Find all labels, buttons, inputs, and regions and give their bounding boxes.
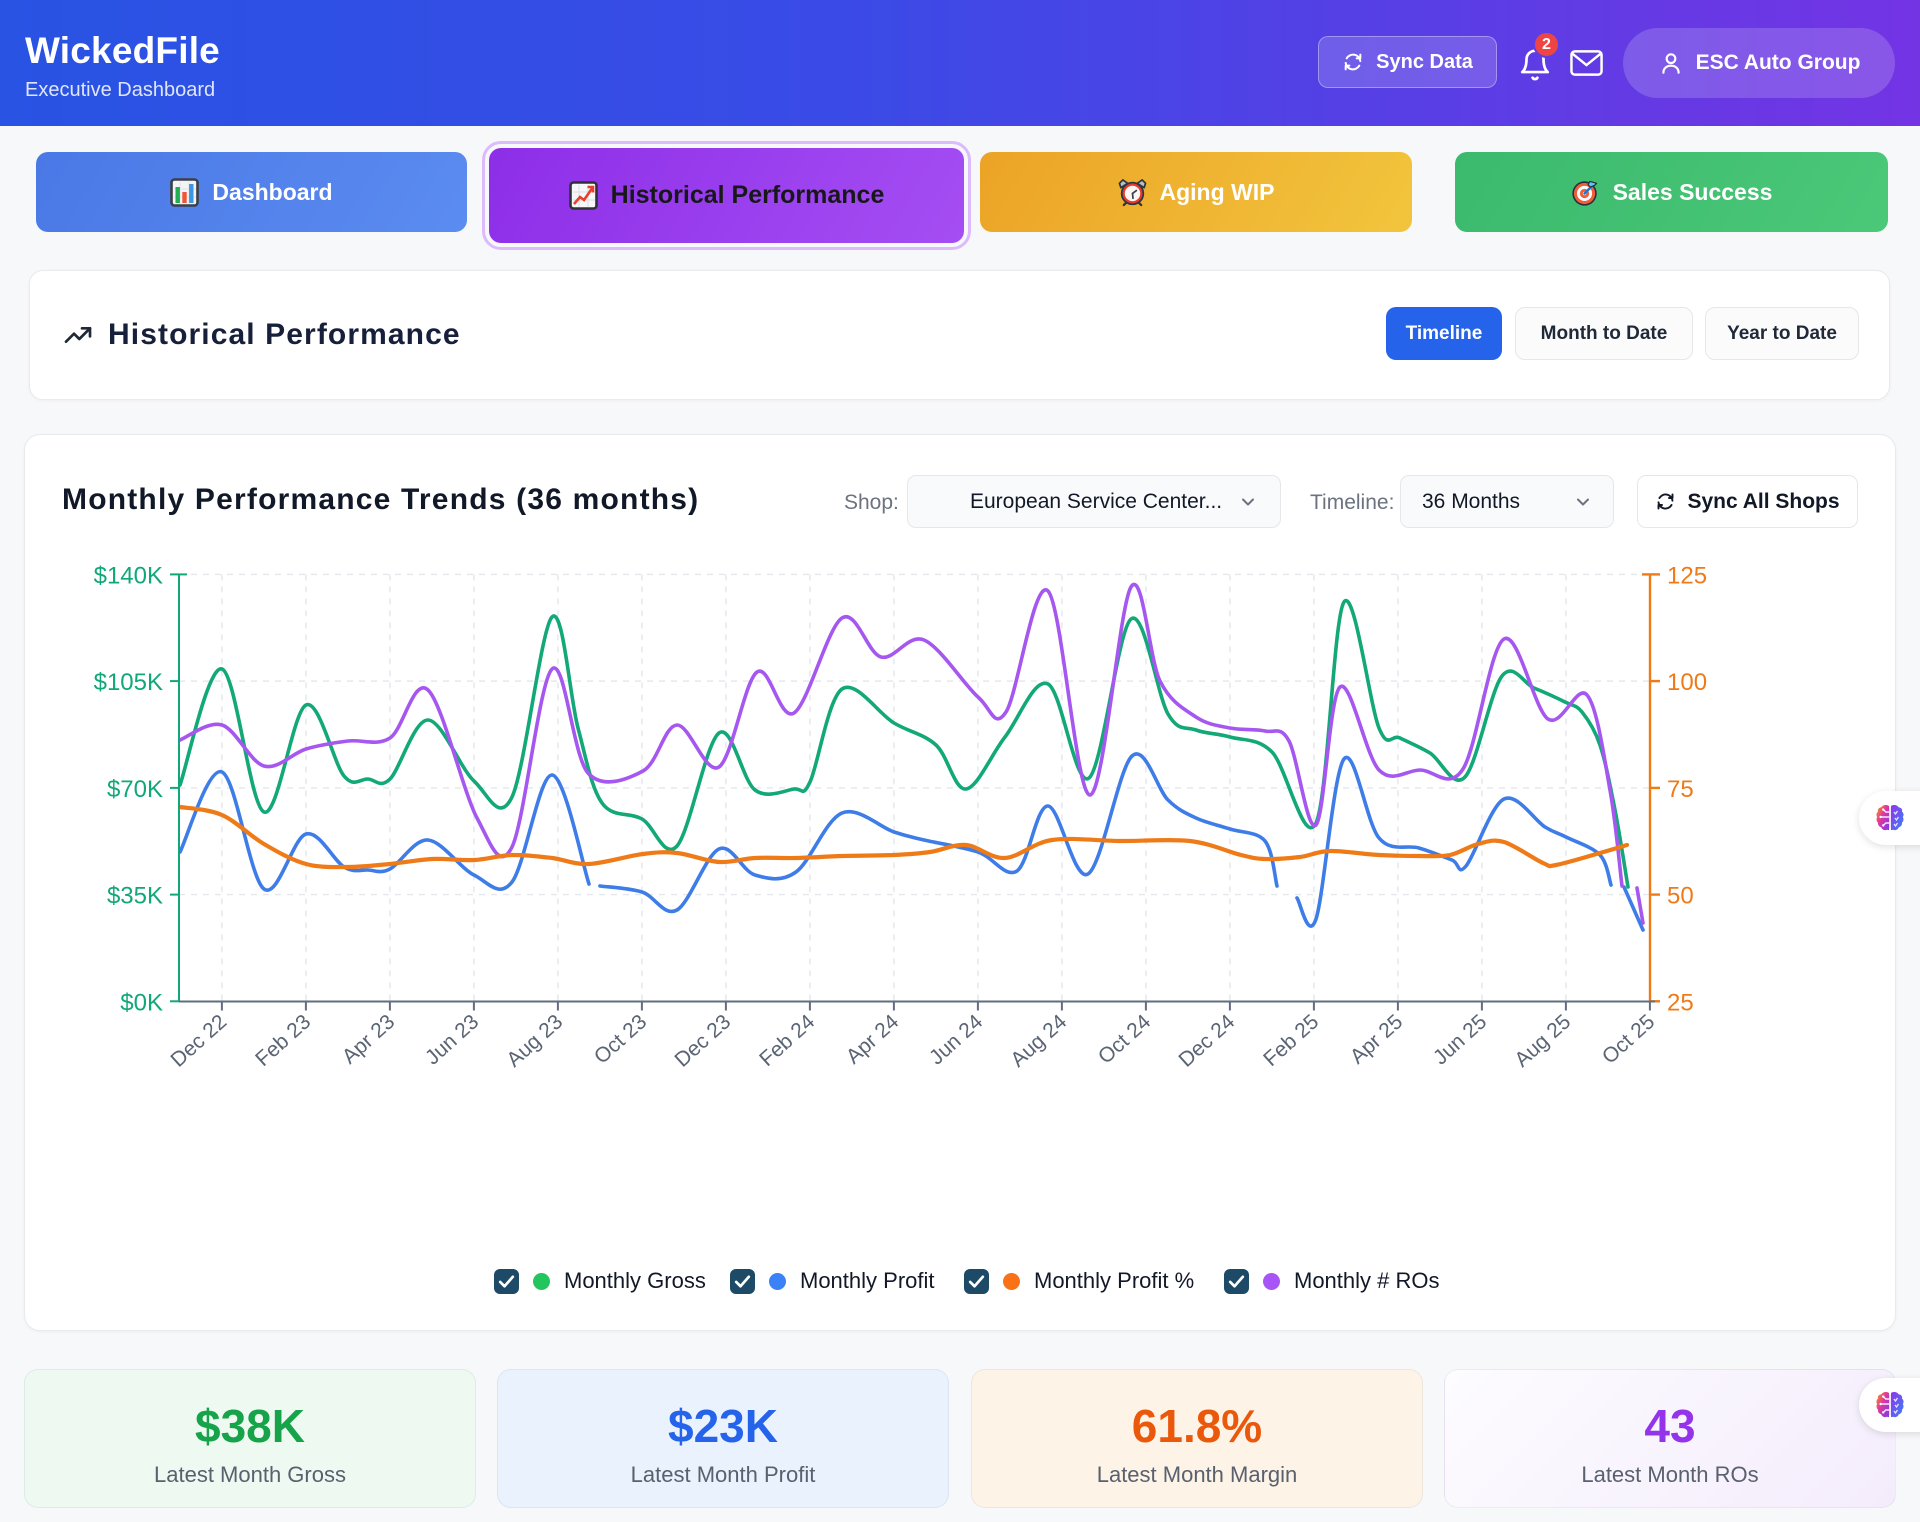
svg-text:125: 125: [1667, 562, 1707, 589]
svg-text:Aug 24: Aug 24: [1006, 1010, 1071, 1072]
svg-text:Dec 23: Dec 23: [670, 1010, 735, 1072]
svg-text:100: 100: [1667, 669, 1707, 696]
svg-text:Aug 25: Aug 25: [1510, 1010, 1575, 1072]
svg-text:$105K: $105K: [94, 669, 163, 696]
svg-text:Apr 25: Apr 25: [1346, 1010, 1407, 1068]
svg-text:Jun 23: Jun 23: [421, 1010, 483, 1069]
svg-text:Aug 23: Aug 23: [502, 1010, 567, 1072]
svg-text:Feb 23: Feb 23: [251, 1010, 315, 1071]
svg-text:Oct 23: Oct 23: [590, 1010, 651, 1068]
svg-text:$140K: $140K: [94, 562, 163, 589]
svg-text:50: 50: [1667, 883, 1694, 910]
svg-text:Apr 23: Apr 23: [338, 1010, 399, 1068]
svg-text:Oct 24: Oct 24: [1094, 1010, 1156, 1069]
svg-text:Feb 24: Feb 24: [755, 1010, 819, 1071]
svg-text:Dec 22: Dec 22: [166, 1010, 231, 1072]
svg-text:Jun 25: Jun 25: [1429, 1010, 1491, 1069]
svg-text:$35K: $35K: [107, 883, 163, 910]
svg-text:Dec 24: Dec 24: [1174, 1010, 1239, 1072]
svg-text:Jun 24: Jun 24: [925, 1010, 987, 1069]
svg-text:25: 25: [1667, 989, 1694, 1016]
svg-text:Oct 25: Oct 25: [1598, 1010, 1659, 1068]
svg-text:Apr 24: Apr 24: [842, 1010, 904, 1069]
svg-text:Feb 25: Feb 25: [1259, 1010, 1323, 1071]
svg-text:$0K: $0K: [120, 989, 163, 1016]
svg-text:$70K: $70K: [107, 776, 163, 803]
svg-text:75: 75: [1667, 776, 1694, 803]
